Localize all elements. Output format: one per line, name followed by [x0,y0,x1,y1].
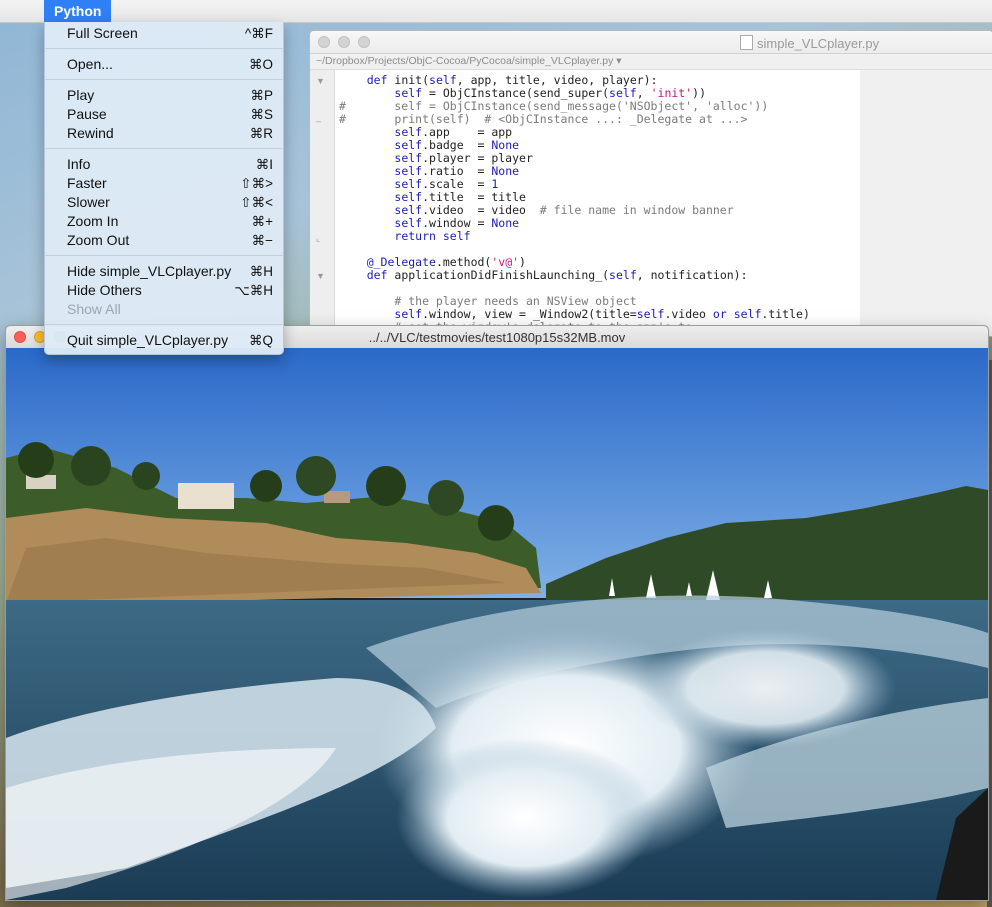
menu-item-label: Info [67,156,91,172]
video-window: ../../VLC/testmovies/test1080p15s32MB.mo… [5,325,989,901]
menu-item-zoom-out[interactable]: Zoom Out ⌘− [45,231,283,250]
code-line[interactable]: self.window = None [339,216,519,230]
menu-item-label: Hide simple_VLCplayer.py [67,263,232,279]
code-line[interactable]: self.badge = None [339,138,519,152]
fold-end-icon: ⌞ [316,233,321,243]
app-dropdown-menu: Full Screen ^⌘F Open... ⌘O Play ⌘P Pause ⌘S Rewi… [44,22,284,355]
code-editor[interactable]: def init(self, app, title, video, player… [335,70,860,336]
editor-minimize-button[interactable] [338,36,350,48]
menu-item-shortcut: ⇧⌘> [240,176,273,191]
menu-item-quit-simple-vlcplayer-py[interactable]: Quit simple_VLCplayer.py ⌘Q [45,331,283,350]
menu-item-shortcut: ⌘Q [248,333,273,348]
code-line[interactable]: # the player needs an NSView object [339,294,636,308]
code-line[interactable]: # print(self) # <ObjCInstance ...: _Dele… [339,112,748,126]
menu-item-label: Full Screen [67,25,138,41]
menu-item-shortcut: ⌘H [249,264,273,279]
code-line[interactable]: # self = ObjCInstance(send_message('NSOb… [339,99,768,113]
menu-bar: Python [0,0,992,23]
menu-item-full-screen[interactable]: Full Screen ^⌘F [45,24,283,43]
fold-marker-icon: – [316,116,322,126]
editor-window-controls [318,36,370,48]
menu-separator [45,79,283,80]
code-line[interactable]: def applicationDidFinishLaunching_(self,… [339,268,748,282]
menu-item-hide-others[interactable]: Hide Others ⌥⌘H [45,281,283,300]
code-line[interactable]: self.player = player [339,151,532,165]
menu-item-label: Slower [67,194,110,210]
menu-item-shortcut: ⌘− [251,233,273,248]
editor-right-margin [860,70,992,336]
menu-item-zoom-in[interactable]: Zoom In ⌘+ [45,212,283,231]
document-icon [740,35,753,50]
menu-separator [45,148,283,149]
menu-item-open[interactable]: Open... ⌘O [45,55,283,74]
menu-item-shortcut: ⌘P [250,88,273,103]
editor-title: simple_VLCplayer.py [740,35,879,51]
code-line[interactable]: self.window, view = _Window2(title=self.… [339,307,809,321]
menu-item-shortcut: ⌘S [250,107,273,122]
menu-item-info[interactable]: Info ⌘I [45,155,283,174]
menu-item-label: Open... [67,56,113,72]
code-line[interactable]: self.app = app [339,125,512,139]
fold-arrow-icon[interactable]: ▼ [316,76,325,86]
code-line[interactable]: self.video = video # file name in window… [339,203,733,217]
menu-item-label: Show All [67,301,121,317]
menu-separator [45,324,283,325]
menu-item-label: Faster [67,175,107,191]
menu-item-label: Rewind [67,125,114,141]
menu-item-slower[interactable]: Slower ⇧⌘< [45,193,283,212]
menu-item-shortcut: ⌘R [249,126,273,141]
editor-gutter: ▼ – ⌞ ▼ [310,70,335,336]
menu-item-hide-simple-vlcplayer-py[interactable]: Hide simple_VLCplayer.py ⌘H [45,262,283,281]
code-text[interactable]: def init(self, app, title, video, player… [335,70,860,334]
code-line[interactable]: self = ObjCInstance(send_super(self, 'in… [339,86,706,100]
code-line[interactable]: self.ratio = None [339,164,519,178]
code-line[interactable]: def init(self, app, title, video, player… [339,73,658,87]
menu-item-faster[interactable]: Faster ⇧⌘> [45,174,283,193]
menu-item-label: Zoom In [67,213,119,229]
editor-zoom-button[interactable] [358,36,370,48]
app-menu-python[interactable]: Python [44,0,112,22]
menu-item-pause[interactable]: Pause ⌘S [45,105,283,124]
editor-close-button[interactable] [318,36,330,48]
menu-separator [45,255,283,256]
menu-item-show-all: Show All [45,300,283,319]
video-scene-image [6,348,988,900]
fold-arrow-icon[interactable]: ▼ [316,271,325,281]
code-line[interactable]: self.title = title [339,190,526,204]
editor-title-text: simple_VLCplayer.py [757,36,880,51]
menu-item-label: Zoom Out [67,232,130,248]
editor-titlebar[interactable]: simple_VLCplayer.py [310,31,992,54]
menu-item-shortcut: ⌘O [248,57,273,72]
video-frame[interactable] [6,348,988,900]
menu-item-shortcut: ⌘I [255,157,273,172]
editor-window: simple_VLCplayer.py ~/Dropbox/Projects/O… [309,30,992,337]
code-line[interactable]: return self [339,229,470,243]
menu-item-shortcut: ⌘+ [251,214,273,229]
menu-item-label: Pause [67,106,107,122]
menu-item-shortcut: ⌥⌘H [234,283,273,298]
menu-item-rewind[interactable]: Rewind ⌘R [45,124,283,143]
editor-path-bar[interactable]: ~/Dropbox/Projects/ObjC-Cocoa/PyCocoa/si… [310,54,992,70]
code-line[interactable]: @_Delegate.method('v@') [339,255,526,269]
menu-item-shortcut: ^⌘F [244,26,273,41]
menu-item-label: Quit simple_VLCplayer.py [67,332,229,348]
menu-separator [45,48,283,49]
code-line[interactable]: self.scale = 1 [339,177,498,191]
menu-item-label: Play [67,87,95,103]
menu-item-play[interactable]: Play ⌘P [45,86,283,105]
menu-item-label: Hide Others [67,282,142,298]
menu-item-shortcut: ⇧⌘< [240,195,273,210]
